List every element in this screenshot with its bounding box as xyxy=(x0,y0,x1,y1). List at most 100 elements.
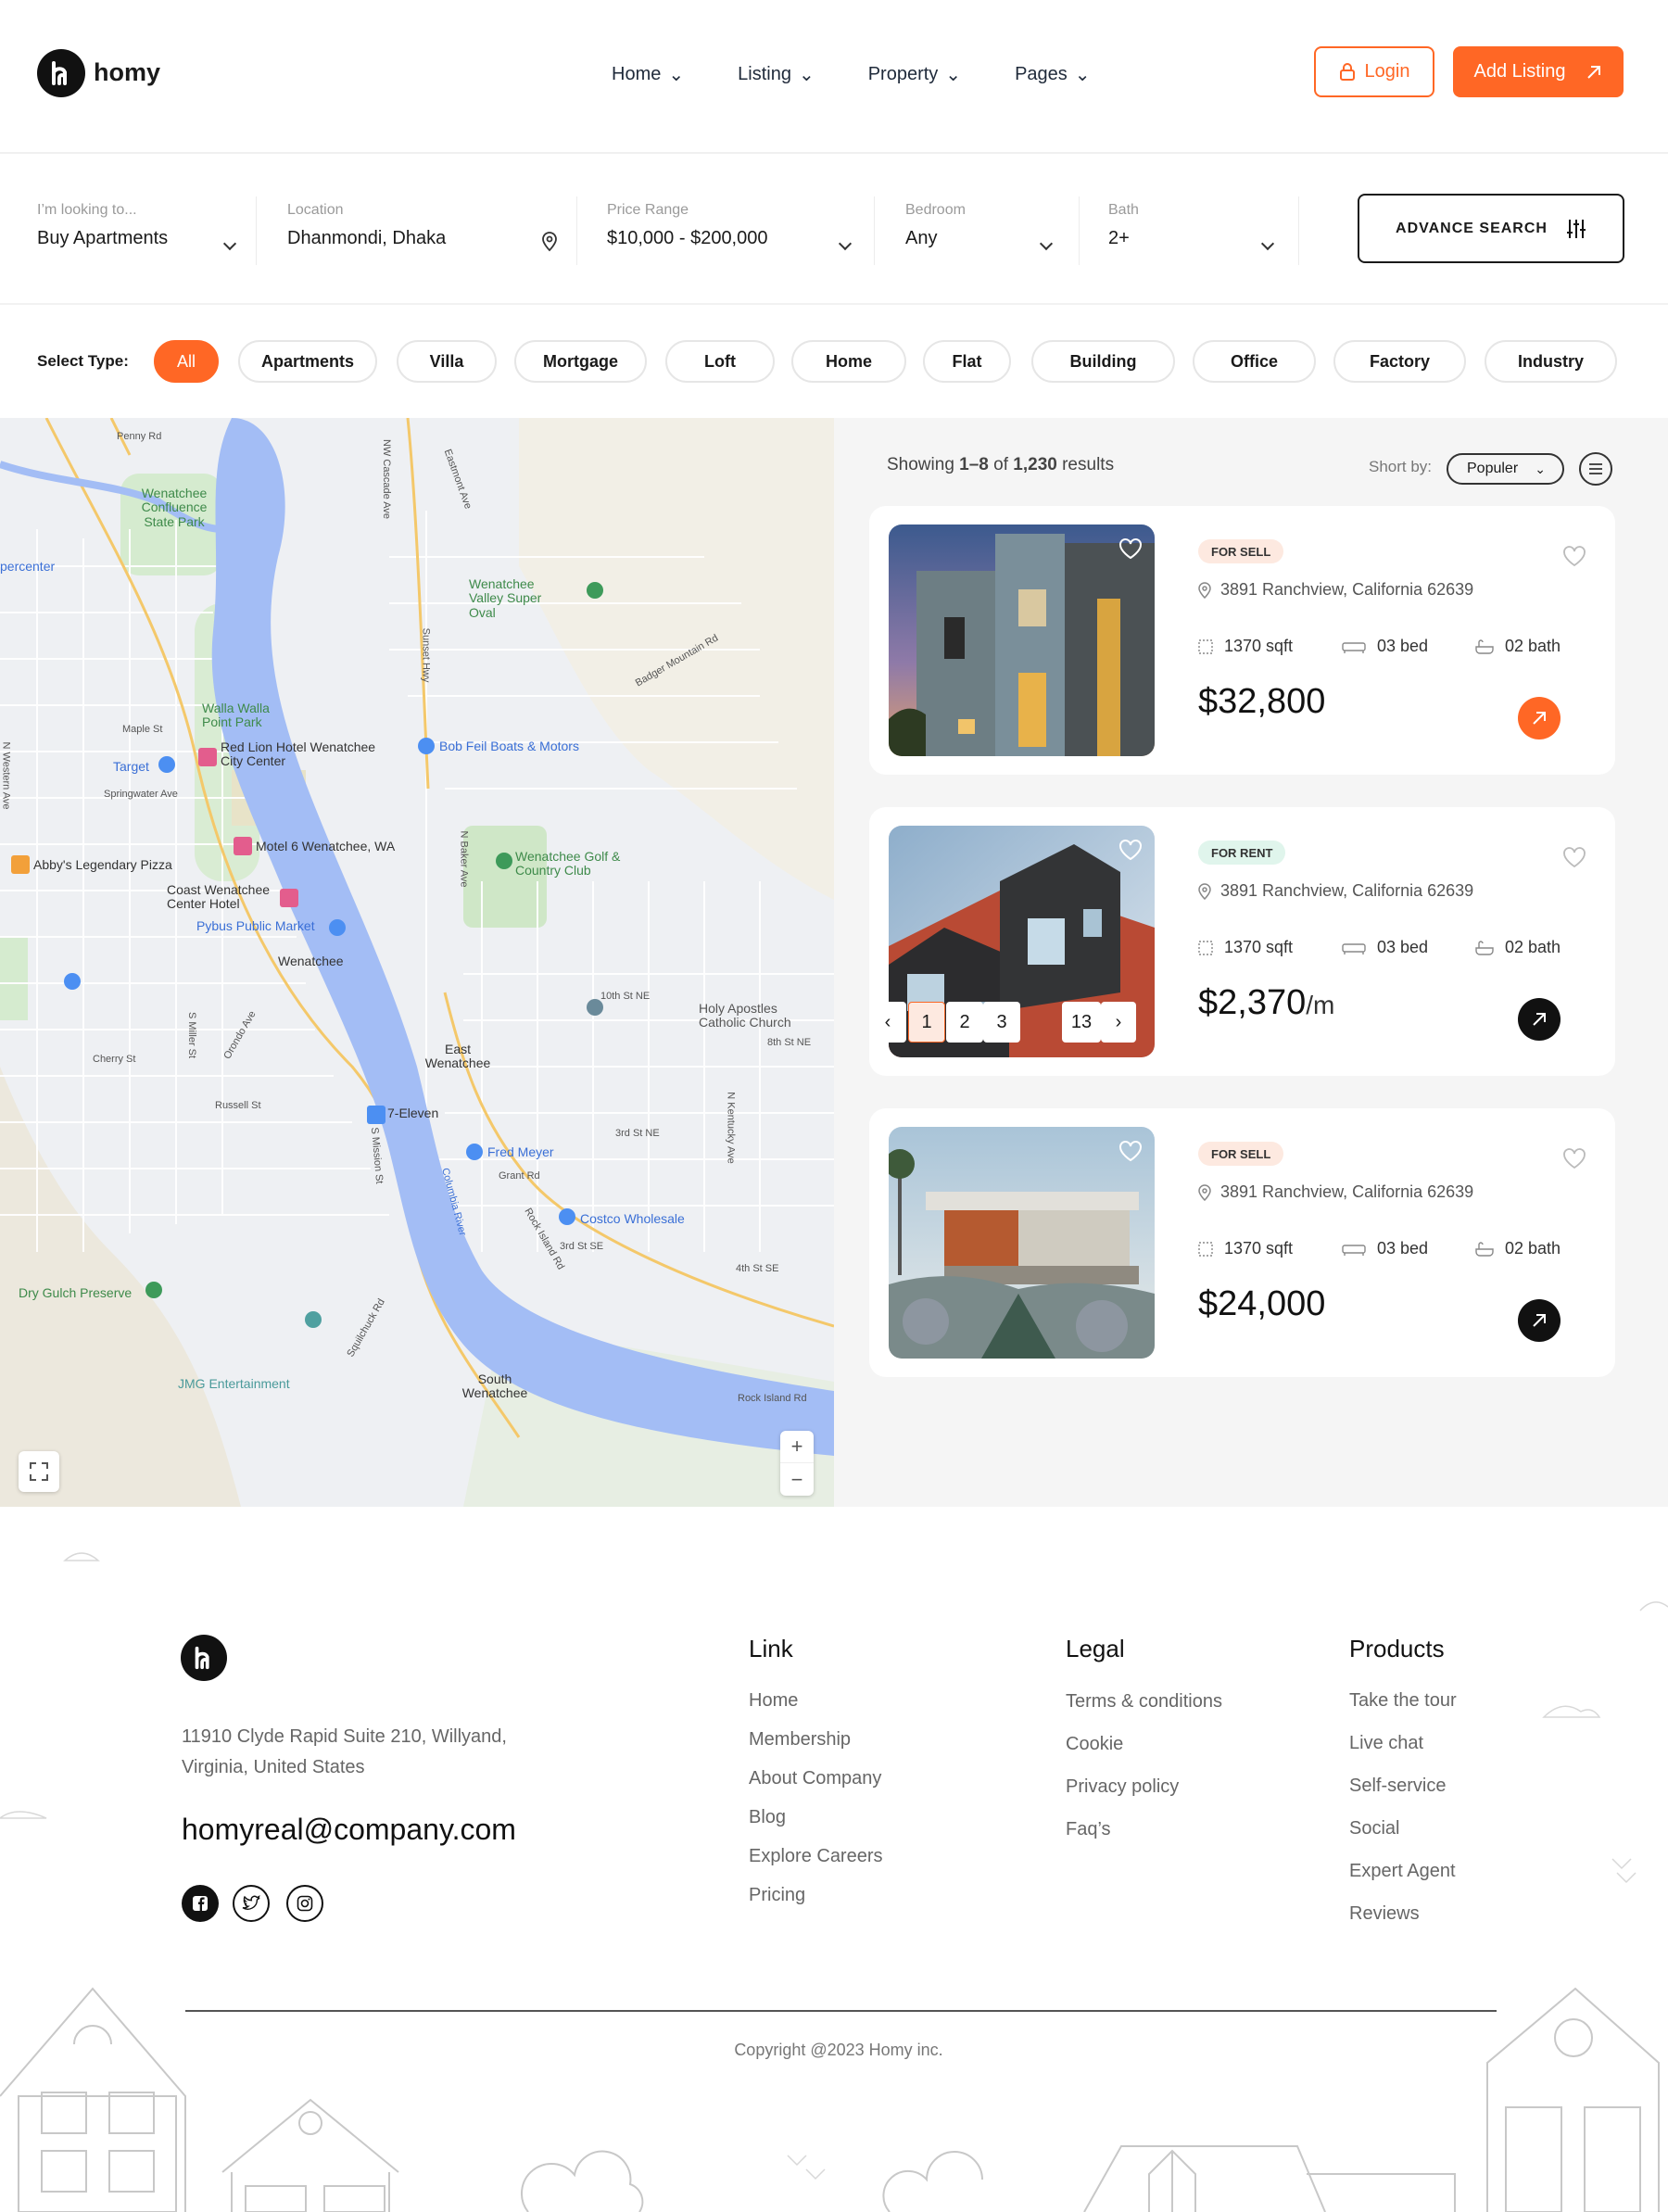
footer-email-link[interactable]: homyreal@company.com xyxy=(182,1813,516,1847)
property-card[interactable]: FOR SELL 3891 Ranchview, California 6263… xyxy=(869,1108,1615,1377)
bathtub-icon xyxy=(1475,638,1494,654)
property-address: 3891 Ranchview, California 62639 xyxy=(1198,1182,1473,1202)
footer-legal-cookie[interactable]: Cookie xyxy=(1066,1734,1123,1755)
favorite-heart-icon[interactable] xyxy=(1562,545,1586,567)
area-icon xyxy=(1198,1241,1213,1257)
divider xyxy=(576,196,577,265)
nav-pages[interactable]: Pages ⌄ xyxy=(1015,63,1090,86)
type-pill-mortgage[interactable]: Mortgage xyxy=(514,340,647,383)
bathtub-icon xyxy=(1475,1241,1494,1257)
prev-page-button[interactable]: ‹ xyxy=(869,1002,906,1043)
advance-search-button[interactable]: ADVANCE SEARCH xyxy=(1358,194,1624,263)
list-icon xyxy=(1589,463,1602,474)
zoom-controls: + − xyxy=(780,1431,814,1496)
bedroom-select[interactable]: Bedroom Any xyxy=(905,202,1054,249)
next-page-button[interactable]: › xyxy=(1101,1002,1136,1043)
footer-products-agent[interactable]: Expert Agent xyxy=(1349,1861,1456,1882)
feature-bed: 03 bed xyxy=(1342,1239,1428,1258)
property-address: 3891 Ranchview, California 62639 xyxy=(1198,580,1473,600)
view-details-button[interactable] xyxy=(1518,1299,1561,1342)
type-pill-villa[interactable]: Villa xyxy=(397,340,497,383)
footer-link-title: Link xyxy=(749,1635,793,1662)
zoom-out-button[interactable]: − xyxy=(780,1463,814,1496)
twitter-link[interactable] xyxy=(233,1885,270,1922)
footer-link-blog[interactable]: Blog xyxy=(749,1807,786,1828)
type-pill-loft[interactable]: Loft xyxy=(665,340,775,383)
site-footer: 11910 Clyde Rapid Suite 210, Willyand, V… xyxy=(0,1507,1668,2212)
favorite-heart-icon[interactable] xyxy=(1118,537,1143,560)
property-price: $2,370/m xyxy=(1198,983,1335,1022)
facebook-icon xyxy=(193,1896,208,1911)
type-pill-flat[interactable]: Flat xyxy=(923,340,1011,383)
bath-select[interactable]: Bath 2+ xyxy=(1108,202,1275,249)
facebook-link[interactable] xyxy=(182,1885,219,1922)
favorite-heart-icon[interactable] xyxy=(1562,846,1586,868)
feature-bath: 02 bath xyxy=(1475,637,1561,656)
page-2-button[interactable]: 2 xyxy=(946,1002,983,1043)
chevron-down-icon: ⌄ xyxy=(798,65,815,85)
feature-sqft: 1370 sqft xyxy=(1198,1239,1293,1258)
footer-products-title: Products xyxy=(1349,1635,1445,1662)
type-pill-industry[interactable]: Industry xyxy=(1485,340,1617,383)
favorite-heart-icon[interactable] xyxy=(1118,839,1143,861)
looking-to-select[interactable]: I’m looking to... Buy Apartments xyxy=(37,202,241,249)
view-details-button[interactable] xyxy=(1518,697,1561,739)
page-3-button[interactable]: 3 xyxy=(983,1002,1020,1043)
footer-legal-privacy[interactable]: Privacy policy xyxy=(1066,1776,1179,1798)
page-13-button[interactable]: 13 xyxy=(1062,1002,1101,1043)
favorite-heart-icon[interactable] xyxy=(1118,1140,1143,1162)
footer-products-tour[interactable]: Take the tour xyxy=(1349,1690,1457,1712)
property-price: $24,000 xyxy=(1198,1284,1326,1323)
type-pill-apartments[interactable]: Apartments xyxy=(238,340,377,383)
nav-home[interactable]: Home ⌄ xyxy=(612,63,684,86)
arrow-up-right-icon xyxy=(1533,712,1546,725)
footer-products-social[interactable]: Social xyxy=(1349,1818,1399,1839)
type-pill-office[interactable]: Office xyxy=(1193,340,1316,383)
footer-products-chat[interactable]: Live chat xyxy=(1349,1733,1423,1754)
type-pill-home[interactable]: Home xyxy=(791,340,906,383)
footer-link-careers[interactable]: Explore Careers xyxy=(749,1846,883,1867)
sort-select[interactable]: Populer ⌄ xyxy=(1447,453,1564,485)
nav-property[interactable]: Property ⌄ xyxy=(868,63,961,86)
footer-link-home[interactable]: Home xyxy=(749,1690,798,1712)
footer-logo-icon[interactable] xyxy=(181,1635,227,1681)
property-card[interactable]: FOR SELL 3891 Ranchview, California 6263… xyxy=(869,506,1615,775)
footer-link-membership[interactable]: Membership xyxy=(749,1729,851,1751)
divider xyxy=(874,196,875,265)
list-view-button[interactable] xyxy=(1579,452,1612,486)
instagram-link[interactable] xyxy=(286,1885,323,1922)
favorite-heart-icon[interactable] xyxy=(1562,1147,1586,1169)
footer-products-reviews[interactable]: Reviews xyxy=(1349,1903,1420,1925)
nav-listing[interactable]: Listing ⌄ xyxy=(738,63,815,86)
fullscreen-icon xyxy=(30,1462,48,1481)
page-1-button[interactable]: 1 xyxy=(908,1002,945,1043)
login-button[interactable]: Login xyxy=(1314,46,1434,97)
price-range-select[interactable]: Price Range $10,000 - $200,000 xyxy=(607,202,839,249)
footer-products-self-service[interactable]: Self-service xyxy=(1349,1776,1446,1797)
view-details-button[interactable] xyxy=(1518,998,1561,1041)
type-pill-all[interactable]: All xyxy=(154,340,219,383)
house-photo xyxy=(889,525,1155,756)
property-image[interactable] xyxy=(889,1127,1155,1359)
footer-legal-faq[interactable]: Faq’s xyxy=(1066,1819,1111,1840)
location-input[interactable]: Location Dhanmondi, Dhaka xyxy=(287,202,565,249)
footer-legal-title: Legal xyxy=(1066,1635,1125,1662)
status-badge: FOR RENT xyxy=(1198,841,1286,865)
fullscreen-button[interactable] xyxy=(19,1451,59,1492)
chevron-right-icon: › xyxy=(1115,1011,1122,1032)
footer-link-about[interactable]: About Company xyxy=(749,1768,881,1789)
footer-legal-terms[interactable]: Terms & conditions xyxy=(1066,1691,1222,1713)
map-canvas[interactable] xyxy=(0,418,834,1507)
brand-name[interactable]: homy xyxy=(94,58,160,87)
map-view[interactable]: Penny Rd Wenatchee Confluence State Park… xyxy=(0,418,834,1507)
status-badge: FOR SELL xyxy=(1198,1142,1284,1166)
logo-icon[interactable] xyxy=(37,49,85,97)
type-pill-building[interactable]: Building xyxy=(1031,340,1175,383)
zoom-in-button[interactable]: + xyxy=(780,1431,814,1463)
footer-link-pricing[interactable]: Pricing xyxy=(749,1885,805,1906)
property-image[interactable] xyxy=(889,525,1155,756)
add-listing-button[interactable]: Add Listing xyxy=(1453,46,1624,97)
results-count: Showing 1–8 of 1,230 results xyxy=(887,455,1115,474)
type-pill-factory[interactable]: Factory xyxy=(1333,340,1466,383)
footer-address: 11910 Clyde Rapid Suite 210, Willyand, V… xyxy=(182,1726,507,1777)
